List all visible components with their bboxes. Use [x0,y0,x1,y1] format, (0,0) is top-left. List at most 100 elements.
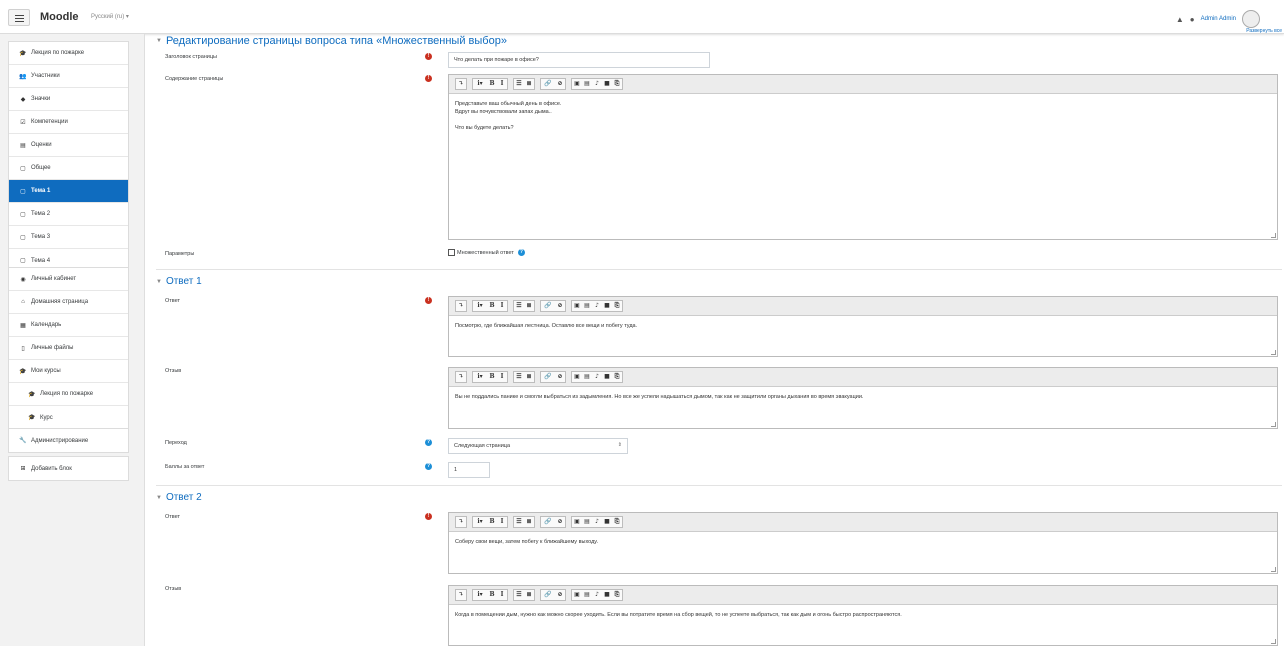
unlink-icon[interactable]: ⊘ [555,372,565,382]
video-icon[interactable]: ■ [602,79,612,89]
numbered-list-icon[interactable]: ≣ [524,517,534,527]
bullet-list-icon[interactable]: ☰ [514,590,524,600]
sidebar-item[interactable]: 🎓 Мои курсы [9,360,128,383]
bold-icon[interactable]: B [487,590,497,600]
user-name[interactable]: Admin Admin [1201,16,1236,22]
media-icon[interactable]: ▤ [582,590,592,600]
link-icon[interactable]: 🔗 [541,372,555,382]
score-input[interactable]: 1 [448,462,490,478]
image-icon[interactable]: ▣ [572,79,582,89]
form-section-header[interactable]: ▼ Редактирование страницы вопроса типа «… [156,35,507,47]
italic-icon[interactable]: I [497,79,507,89]
resize-handle-icon[interactable] [1271,567,1276,572]
unlink-icon[interactable]: ⊘ [555,301,565,311]
collapse-icon[interactable]: ↴ [456,372,466,382]
resize-handle-icon[interactable] [1271,350,1276,355]
audio-icon[interactable]: ♪ [592,79,602,89]
help-icon[interactable]: ? [425,463,432,470]
unlink-icon[interactable]: ⊘ [555,590,565,600]
sidebar-item[interactable]: ▦ Календарь [9,314,128,337]
sidebar-item[interactable]: 👥 Участники [9,65,128,88]
help-icon[interactable]: ? [425,439,432,446]
sidebar-item[interactable]: ▢ Тема 3 [9,226,128,249]
sidebar-item[interactable]: ▢ Общее [9,157,128,180]
multi-answer-checkbox[interactable] [448,249,455,256]
sidebar-item[interactable]: ◉ Личный кабинет [9,268,128,291]
collapse-icon[interactable]: ↴ [456,590,466,600]
content-editor[interactable]: ↴ i▾ B I ☰ ≣ 🔗 ⊘ ▣ ▤ ♪ ■ ⎘ Представьте ваш обычный д… [448,74,1278,240]
answer1-section-header[interactable]: ▼ Ответ 1 [156,276,202,287]
link-icon[interactable]: 🔗 [541,79,555,89]
feedback2-text[interactable]: Когда в помещении дым, нужно как можно с… [449,605,1277,625]
image-icon[interactable]: ▣ [572,517,582,527]
answer2-editor[interactable]: ↴ i▾ B I ☰ ≣ 🔗 ⊘ ▣ ▤ ♪ ■ ⎘ Соберу свои вещи, затем п… [448,512,1278,574]
manage-files-icon[interactable]: ⎘ [612,372,622,382]
info-style-icon[interactable]: i▾ [473,372,487,382]
resize-handle-icon[interactable] [1271,422,1276,427]
video-icon[interactable]: ■ [602,590,612,600]
answer2-section-header[interactable]: ▼ Ответ 2 [156,492,202,503]
sidebar-item[interactable]: ☑ Компетенции [9,111,128,134]
answer1-editor[interactable]: ↴ i▾ B I ☰ ≣ 🔗 ⊘ ▣ ▤ ♪ ■ ⎘ Посмотрю, где ближайшая л… [448,296,1278,357]
answer2-text[interactable]: Соберу свои вещи, затем побегу к ближайш… [449,532,1277,552]
bullet-list-icon[interactable]: ☰ [514,372,524,382]
sidebar-item-admin[interactable]: 🔧 Администрирование [9,429,128,452]
page-title-input[interactable]: Что делать при пожаре в офисе? [448,52,710,68]
language-selector[interactable]: Русский (ru) ▾ [91,13,129,20]
numbered-list-icon[interactable]: ≣ [524,590,534,600]
manage-files-icon[interactable]: ⎘ [612,517,622,527]
jump-select[interactable]: Следующая страница ⇕ [448,438,628,454]
sidebar-item[interactable]: ▯ Личные файлы [9,337,128,360]
audio-icon[interactable]: ♪ [592,517,602,527]
bold-icon[interactable]: B [487,79,497,89]
italic-icon[interactable]: I [497,590,507,600]
collapse-icon[interactable]: ↴ [456,79,466,89]
menu-toggle-button[interactable] [8,9,30,26]
sidebar-item[interactable]: ◆ Значки [9,88,128,111]
bell-icon[interactable]: ▲ [1176,15,1184,24]
unlink-icon[interactable]: ⊘ [555,79,565,89]
info-style-icon[interactable]: i▾ [473,301,487,311]
numbered-list-icon[interactable]: ≣ [524,372,534,382]
numbered-list-icon[interactable]: ≣ [524,301,534,311]
sidebar-item[interactable]: ⌂ Домашняя страница [9,291,128,314]
audio-icon[interactable]: ♪ [592,372,602,382]
info-style-icon[interactable]: i▾ [473,79,487,89]
link-icon[interactable]: 🔗 [541,517,555,527]
audio-icon[interactable]: ♪ [592,590,602,600]
feedback1-editor[interactable]: ↴ i▾ B I ☰ ≣ 🔗 ⊘ ▣ ▤ ♪ ■ ⎘ Вы не поддались панике и … [448,367,1278,429]
bold-icon[interactable]: B [487,517,497,527]
sidebar-item[interactable]: 🎓 Лекция по пожарке [9,42,128,65]
sidebar-item[interactable]: 🎓 Лекция по пожарке [9,383,128,406]
italic-icon[interactable]: I [497,372,507,382]
chat-icon[interactable]: ● [1190,15,1195,24]
audio-icon[interactable]: ♪ [592,301,602,311]
italic-icon[interactable]: I [497,517,507,527]
help-icon[interactable]: ? [517,249,525,256]
link-icon[interactable]: 🔗 [541,590,555,600]
answer1-text[interactable]: Посмотрю, где ближайшая лестница. Оставл… [449,316,1277,336]
feedback2-editor[interactable]: ↴ i▾ B I ☰ ≣ 🔗 ⊘ ▣ ▤ ♪ ■ ⎘ Когда в помещении дым, ну… [448,585,1278,646]
numbered-list-icon[interactable]: ≣ [524,79,534,89]
collapse-icon[interactable]: ↴ [456,517,466,527]
add-block-button[interactable]: ⊞ Добавить блок [9,457,128,480]
sidebar-item[interactable]: 🎓 Курс [9,406,128,429]
sidebar-item[interactable]: ▤ Оценки [9,134,128,157]
image-icon[interactable]: ▣ [572,301,582,311]
bullet-list-icon[interactable]: ☰ [514,301,524,311]
bold-icon[interactable]: B [487,301,497,311]
bullet-list-icon[interactable]: ☰ [514,79,524,89]
collapse-icon[interactable]: ↴ [456,301,466,311]
avatar[interactable] [1242,10,1260,28]
manage-files-icon[interactable]: ⎘ [612,301,622,311]
manage-files-icon[interactable]: ⎘ [612,590,622,600]
bold-icon[interactable]: B [487,372,497,382]
media-icon[interactable]: ▤ [582,517,592,527]
italic-icon[interactable]: I [497,301,507,311]
info-style-icon[interactable]: i▾ [473,590,487,600]
content-text[interactable]: Представьте ваш обычный день в офисе. Вд… [449,94,1277,138]
image-icon[interactable]: ▣ [572,372,582,382]
info-style-icon[interactable]: i▾ [473,517,487,527]
manage-files-icon[interactable]: ⎘ [612,79,622,89]
sidebar-item[interactable]: ▢ Тема 1 [9,180,128,203]
